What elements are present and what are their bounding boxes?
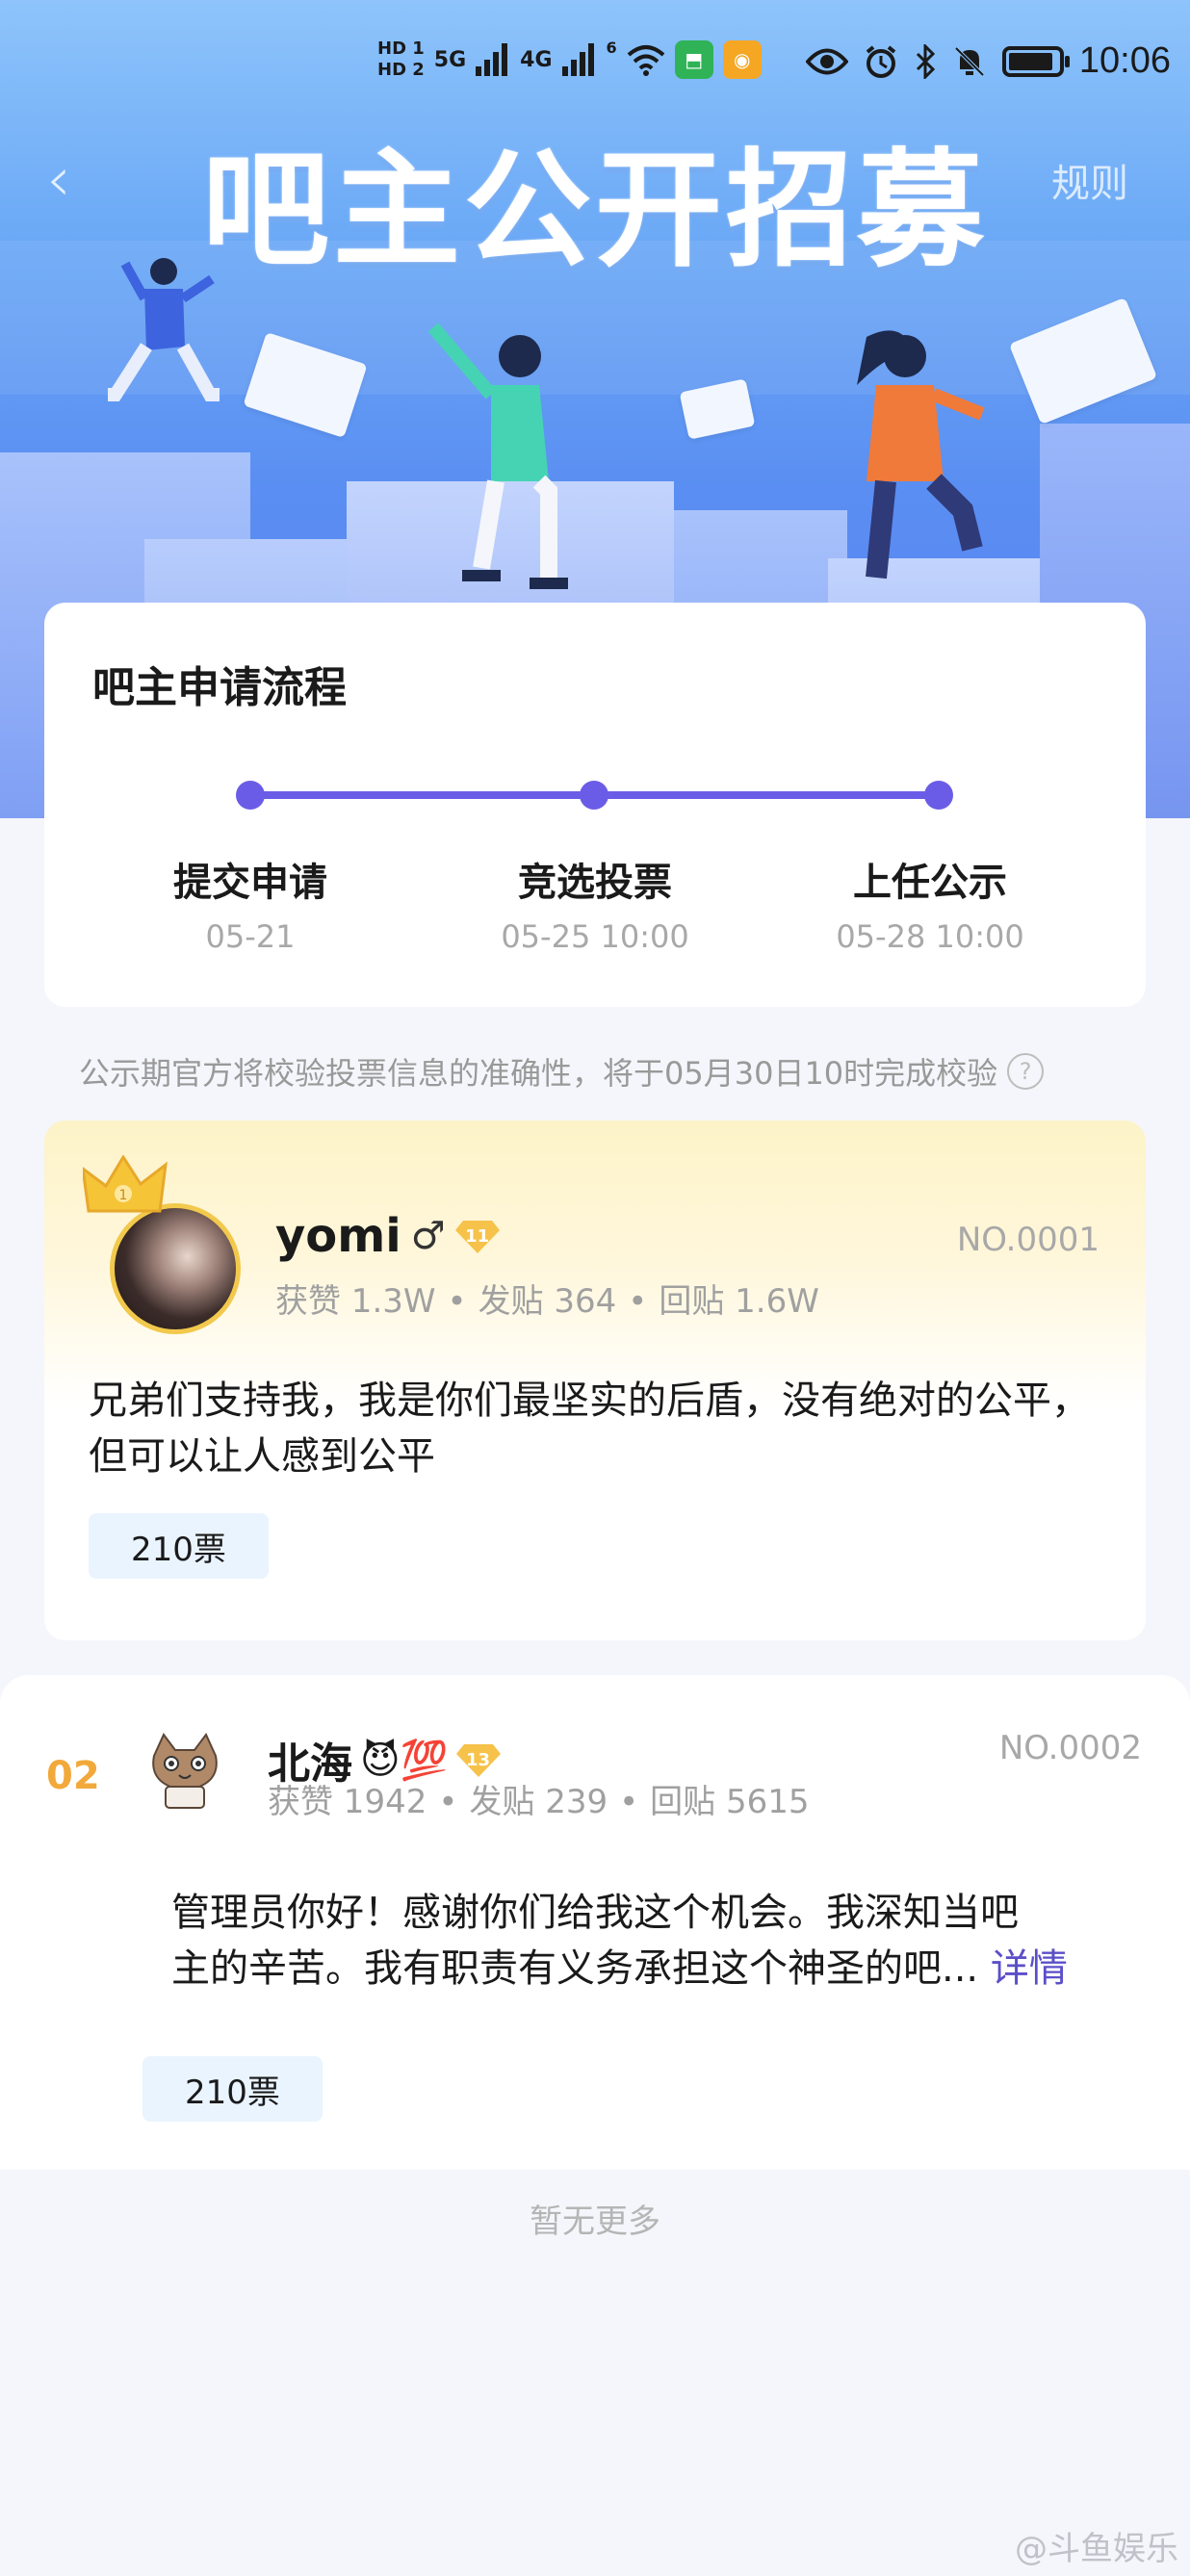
- level-badge-icon: 13: [455, 1740, 501, 1779]
- stat-separator: •: [619, 1783, 639, 1821]
- hd-indicator: HD 1 HD 2: [377, 39, 425, 81]
- candidate-name-row: yomi ♂ 11: [275, 1209, 500, 1263]
- process-step: 提交申请 05-21: [106, 851, 395, 955]
- declaration-text: 主的辛苦。我有职责有义务承担这个神圣的吧...: [171, 1946, 979, 1991]
- hd2-label: HD 2: [377, 60, 425, 80]
- network-4g-label: 4G: [520, 47, 553, 72]
- vote-count[interactable]: 210票: [142, 2056, 323, 2122]
- step-date: 05-21: [205, 918, 296, 955]
- app-notification-icon: ⬒: [674, 40, 713, 79]
- level-value: 13: [465, 1749, 491, 1770]
- status-left-group: HD 1 HD 2 5G 4G 6 ⬒ ◉: [377, 39, 762, 81]
- step-label: 提交申请: [173, 861, 327, 905]
- person-illustration: [857, 330, 985, 580]
- details-link[interactable]: 详情: [991, 1946, 1068, 1991]
- stat-separator: •: [447, 1282, 467, 1321]
- status-right-group: 10:06: [805, 40, 1171, 82]
- step-dot: [236, 781, 265, 810]
- step-label: 上任公示: [853, 861, 1007, 905]
- no-more-label: 暂无更多: [530, 2202, 660, 2241]
- watermark: @斗鱼娱乐: [1015, 2530, 1178, 2568]
- process-step: 竞选投票 05-25 10:00: [451, 851, 739, 955]
- candidate-number: NO.0001: [956, 1221, 1099, 1259]
- replies-count: 回贴 1.6W: [659, 1282, 819, 1321]
- step-dot: [580, 781, 608, 810]
- eye-icon: [805, 48, 848, 74]
- stat-separator: •: [628, 1282, 648, 1321]
- weibo-notification-icon: ◉: [722, 40, 762, 79]
- verification-notice: 公示期官方将校验投票信息的准确性，将于05月30日10时完成校验 ?: [79, 1049, 1045, 1094]
- candidate-name[interactable]: yomi: [275, 1209, 401, 1263]
- person-illustration: [427, 322, 568, 589]
- wifi-badge: 6: [606, 39, 617, 57]
- candidate-declaration: 管理员你好！感谢你们给我这个机会。我深知当吧 主的辛苦。我有职责有义务承担这个神…: [171, 1885, 1144, 1996]
- candidate-stats: 获赞 1.3W • 发贴 364 • 回贴 1.6W: [275, 1275, 819, 1322]
- step-dot: [924, 781, 953, 810]
- rank-number: 02: [46, 1754, 100, 1798]
- replies-count: 回贴 5615: [650, 1783, 810, 1821]
- alarm-icon: [866, 44, 896, 78]
- mute-bell-icon: [954, 46, 985, 76]
- level-value: 11: [465, 1225, 490, 1247]
- page-title: 吧主公开招募: [202, 137, 988, 285]
- candidate-stats: 获赞 1942 • 发贴 239 • 回贴 5615: [268, 1775, 810, 1822]
- battery-icon: [1001, 45, 1070, 77]
- candidate-number: NO.0002: [998, 1729, 1142, 1767]
- gender-icon: ♂: [410, 1214, 446, 1258]
- avatar[interactable]: [139, 1727, 231, 1819]
- declaration-line: 主的辛苦。我有职责有义务承担这个神圣的吧... 详情: [171, 1941, 1144, 1996]
- process-title: 吧主申请流程: [92, 663, 347, 712]
- candidate-card[interactable]: 1 yomi ♂ 11 NO.0001 获赞 1.3W • 发贴 364 • 回贴 1.…: [44, 1121, 1146, 1640]
- svg-text:1: 1: [119, 1188, 128, 1203]
- posts-count: 发贴 239: [469, 1783, 608, 1821]
- candidate-card[interactable]: 02 北海 😈💯 13 NO.0002 获赞 1942 • 发贴 239 • 回贴 56…: [0, 1675, 1190, 2170]
- wifi-icon: [627, 45, 665, 76]
- declaration-line: 管理员你好！感谢你们给我这个机会。我深知当吧: [171, 1891, 1019, 1935]
- process-step: 上任公示 05-28 10:00: [786, 851, 1074, 955]
- step-label: 竞选投票: [518, 861, 672, 905]
- hd1-label: HD 1: [377, 39, 425, 59]
- level-badge-icon: 11: [454, 1217, 500, 1255]
- signal-icon: [476, 43, 508, 76]
- likes-count: 获赞 1.3W: [275, 1282, 436, 1321]
- help-icon[interactable]: ?: [1007, 1053, 1045, 1090]
- likes-count: 获赞 1942: [268, 1783, 427, 1821]
- signal-icon: [561, 43, 594, 76]
- rules-button[interactable]: 规则: [1051, 152, 1128, 208]
- status-time: 10:06: [1078, 40, 1171, 81]
- candidate-declaration: 兄弟们支持我，我是你们最坚实的后盾，没有绝对的公平，但可以让人感到公平: [89, 1378, 1090, 1479]
- notice-text: 公示期官方将校验投票信息的准确性，将于05月30日10时完成校验: [79, 1055, 998, 1092]
- network-5g-label: 5G: [433, 47, 467, 72]
- process-card: 吧主申请流程 提交申请 05-21 竞选投票 05-25 10:00 上任公示 …: [44, 603, 1146, 1007]
- stat-separator: •: [438, 1783, 458, 1821]
- vote-count[interactable]: 210票: [89, 1513, 269, 1579]
- avatar[interactable]: [110, 1203, 241, 1334]
- step-date: 05-25 10:00: [501, 918, 689, 955]
- bluetooth-icon: [916, 43, 936, 79]
- step-date: 05-28 10:00: [836, 918, 1024, 955]
- posts-count: 发贴 364: [478, 1282, 617, 1321]
- crown-icon: 1: [83, 1155, 168, 1213]
